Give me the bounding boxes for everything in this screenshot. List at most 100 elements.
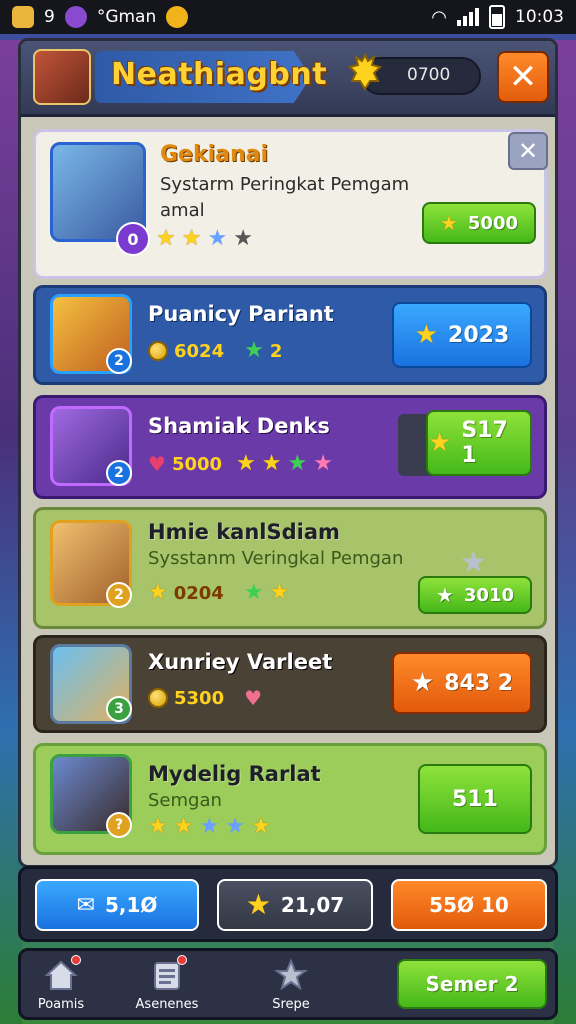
nav-item-list[interactable]: Asenenes — [127, 955, 207, 1012]
leaderboard-card-2[interactable]: 2 Puanicy Pariant 6024 ★ 2 ★ 2023 — [33, 285, 547, 385]
bottom-navigation: Poamis Asenenes Srepe Semer 2 — [18, 948, 558, 1020]
currency-right-button[interactable]: 55Ø 10 — [391, 879, 547, 931]
nav-label-list: Asenenes — [135, 997, 199, 1012]
star-value-2: 2 — [269, 340, 283, 362]
score-button-6[interactable]: 511 — [418, 764, 532, 834]
heart-icon: ♥ — [148, 452, 166, 476]
score-value-1: 5000 — [467, 212, 519, 234]
star-icon: ★ — [233, 226, 253, 251]
battery-icon — [489, 5, 505, 29]
card-close-button[interactable]: ✕ — [508, 132, 548, 170]
star-icon: ★ — [225, 814, 245, 839]
panel-title: Neathiagbnt — [111, 57, 328, 92]
panel-header: Neathiagbnt 0700 ✕ — [21, 41, 555, 117]
score-button-3[interactable]: ★ S17 1 — [426, 410, 532, 476]
currency-middle-value: 21,07 — [280, 893, 345, 917]
currency-middle-button[interactable]: ★ 21,07 — [217, 879, 373, 931]
notification-dot — [177, 955, 187, 965]
coin-value-4: 0204 — [173, 582, 224, 604]
player-subtitle-1b: amal — [160, 200, 205, 221]
star-icon: ★ — [148, 814, 168, 839]
close-button[interactable]: ✕ — [497, 51, 549, 103]
rank-badge-5: 3 — [106, 696, 132, 722]
star-icon: ★ — [207, 226, 228, 251]
rank-badge-1: 0 — [116, 222, 150, 256]
star-icon: ★ — [435, 583, 454, 607]
leaderboard-card-5[interactable]: 3 Xunriey Varleet 5300 ♥ ★ 843 2 — [33, 635, 547, 733]
player-name-6: Mydelig Rarlat — [148, 762, 321, 786]
player-subtitle-1: Systarm Peringkat Pemgam — [160, 174, 410, 195]
player-name-1: Gekianai — [160, 142, 269, 167]
star-icon: ★ — [287, 451, 308, 476]
star-icon: ★ — [414, 320, 439, 350]
player-name-3: Shamiak Denks — [148, 414, 330, 438]
leaderboard-card-4[interactable]: 2 Hmie kanlSdiam Sysstanm Veringkal Pemg… — [33, 507, 547, 629]
player-subtitle-4: Sysstanm Veringkal Pemgan — [148, 548, 404, 569]
star-icon: ★ — [173, 814, 194, 839]
score-value-2: 2023 — [448, 322, 510, 348]
player-name-4: Hmie kanlSdiam — [148, 520, 340, 544]
player-stats-5: 5300 ♥ — [148, 686, 262, 710]
status-text-2: °Gman — [96, 7, 157, 27]
nav-item-store[interactable]: Srepe — [251, 957, 331, 1012]
star-icon: ★ — [269, 580, 290, 605]
notification-dot — [71, 955, 81, 965]
star-icon: ★ — [250, 814, 271, 839]
player-avatar[interactable] — [33, 49, 91, 105]
currency-left-button[interactable]: ✉ 5,1Ø — [35, 879, 199, 931]
status-bar: 9 °Gman ◠ 10:03 — [0, 0, 576, 34]
nav-item-home[interactable]: Poamis — [21, 955, 101, 1012]
star-icon: ★ — [244, 338, 264, 363]
star-icon: ★ — [236, 451, 256, 476]
home-icon — [43, 955, 81, 993]
trophy-icon — [166, 6, 189, 28]
nav-label-store: Srepe — [272, 997, 310, 1012]
star-icon: ★ — [428, 428, 452, 458]
score-button-4[interactable]: ★ 3010 — [418, 576, 532, 614]
star-icon: ★ — [156, 226, 176, 251]
star-icon: ★ — [243, 580, 264, 605]
leaderboard-card-3[interactable]: 2 Shamiak Denks ♥ 5000 ★ ★ ★ ★ ★ S17 1 — [33, 395, 547, 499]
gem-icon — [64, 6, 87, 28]
score-value-3: S17 1 — [461, 418, 508, 468]
leaderboard-card-1[interactable]: 0 Gekianai Systarm Peringkat Pemgam amal… — [33, 129, 548, 279]
star-icon: ★ — [261, 451, 282, 476]
score-value-6: 511 — [452, 786, 498, 812]
score-button-2[interactable]: ★ 2023 — [392, 302, 532, 368]
star-icon: ★ — [245, 888, 271, 921]
star-icon: ★ — [199, 814, 220, 839]
leaderboard-card-6[interactable]: ? Mydelig Rarlat Semgan ★ ★ ★ ★ ★ 511 — [33, 743, 547, 855]
star-icon: ★ — [148, 580, 168, 605]
status-text-1: 9 — [44, 7, 55, 27]
heart-icon: ♥ — [244, 686, 263, 710]
score-button-5[interactable]: ★ 843 2 — [392, 652, 532, 714]
star-icon: ★ — [439, 211, 458, 235]
score-value-5: 843 2 — [444, 670, 514, 696]
player-subtitle-6: Semgan — [148, 790, 222, 811]
coin-value-2: 6024 — [174, 340, 225, 362]
player-stats-4: ★ 0204 ★ ★ — [148, 582, 289, 604]
player-name-5: Xunriey Varleet — [148, 650, 333, 674]
rank-badge-4: 2 — [106, 582, 132, 608]
star-rating-6: ★ ★ ★ ★ ★ — [148, 816, 271, 838]
rank-badge-2: 2 — [106, 348, 132, 374]
star-badge-icon — [273, 957, 309, 993]
score-button-1[interactable]: ★ 5000 — [422, 202, 536, 244]
signal-icon — [457, 8, 479, 26]
player-name-2: Puanicy Pariant — [148, 302, 334, 326]
rank-badge-3: 2 — [106, 460, 132, 486]
currency-value: 0700 — [407, 65, 451, 85]
player-stats-3: ♥ 5000 ★ ★ ★ ★ — [148, 452, 333, 476]
nav-action-button[interactable]: Semer 2 — [397, 959, 547, 1009]
gold-app-icon — [12, 6, 34, 28]
rank-badge-6: ? — [106, 812, 132, 838]
score-value-4: 3010 — [463, 584, 515, 606]
list-icon — [149, 955, 187, 993]
status-time: 10:03 — [515, 7, 564, 27]
wifi-icon: ◠ — [431, 6, 447, 28]
coin-icon — [148, 688, 168, 708]
coin-bag-icon — [348, 52, 382, 91]
star-icon: ★ — [181, 226, 202, 251]
coin-value-5: 5300 — [174, 687, 225, 709]
player-stats-2: 6024 ★ 2 — [148, 340, 282, 362]
